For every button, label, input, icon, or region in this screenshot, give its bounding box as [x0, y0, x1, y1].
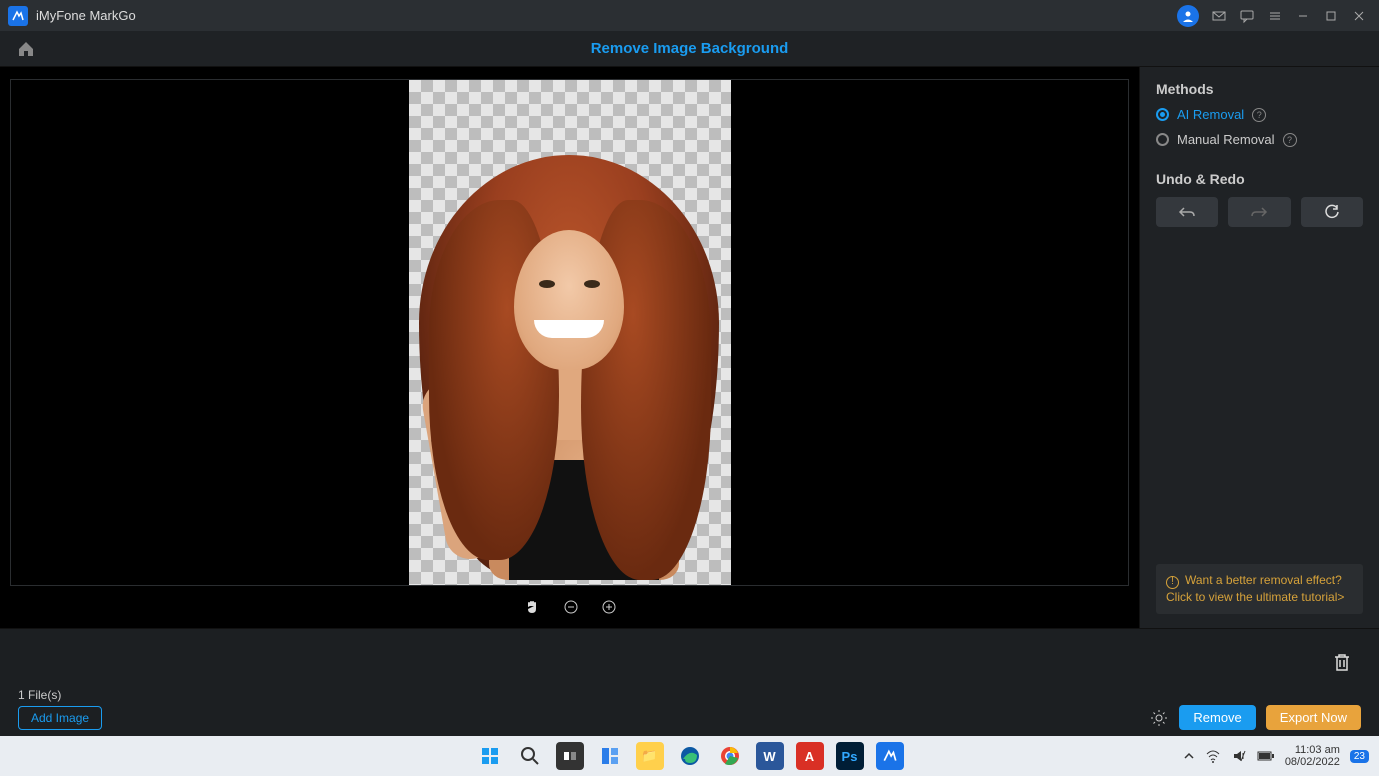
volume-icon[interactable] [1231, 748, 1247, 764]
image-preview [409, 80, 731, 585]
methods-title: Methods [1156, 81, 1363, 97]
tutorial-text: Want a better removal effect? Click to v… [1166, 573, 1344, 604]
undo-button[interactable] [1156, 197, 1218, 227]
menu-icon[interactable] [1263, 4, 1287, 28]
image-canvas[interactable] [10, 79, 1129, 586]
help-icon[interactable]: ? [1252, 108, 1266, 122]
widgets-icon[interactable] [596, 742, 624, 770]
help-icon[interactable]: ? [1283, 133, 1297, 147]
header: Remove Image Background [0, 31, 1379, 67]
reset-button[interactable] [1301, 197, 1363, 227]
titlebar: iMyFone MarkGo [0, 0, 1379, 31]
home-icon[interactable] [8, 31, 44, 67]
add-image-button[interactable]: Add Image [18, 706, 102, 730]
canvas-area [0, 67, 1139, 628]
mail-icon[interactable] [1207, 4, 1231, 28]
date-text: 08/02/2022 [1285, 756, 1340, 768]
redo-button[interactable] [1228, 197, 1290, 227]
explorer-icon[interactable]: 📁 [636, 742, 664, 770]
pan-hand-icon[interactable] [523, 598, 541, 616]
tutorial-link[interactable]: !Want a better removal effect? Click to … [1156, 564, 1363, 614]
page-title: Remove Image Background [44, 40, 1335, 57]
bottom-bar: 1 File(s) Add Image Remove Export Now [0, 628, 1379, 736]
markgo-taskbar-icon[interactable] [876, 742, 904, 770]
method-manual-removal[interactable]: Manual Removal ? [1156, 132, 1363, 147]
info-icon: ! [1166, 576, 1179, 589]
windows-taskbar: 📁 W A Ps 11:03 am 08/02/2022 23 [0, 736, 1379, 776]
zoom-out-icon[interactable] [563, 599, 579, 615]
acrobat-icon[interactable]: A [796, 742, 824, 770]
notification-badge[interactable]: 23 [1350, 750, 1369, 763]
remove-button[interactable]: Remove [1179, 705, 1255, 730]
settings-icon[interactable] [1149, 708, 1169, 728]
method-ai-removal[interactable]: AI Removal ? [1156, 107, 1363, 122]
clock[interactable]: 11:03 am 08/02/2022 [1285, 744, 1340, 768]
method-label: AI Removal [1177, 107, 1244, 122]
start-icon[interactable] [476, 742, 504, 770]
app-logo [8, 6, 28, 26]
zoom-in-icon[interactable] [601, 599, 617, 615]
method-label: Manual Removal [1177, 132, 1275, 147]
word-icon[interactable]: W [756, 742, 784, 770]
radio-icon [1156, 133, 1169, 146]
close-icon[interactable] [1347, 4, 1371, 28]
maximize-icon[interactable] [1319, 4, 1343, 28]
search-icon[interactable] [516, 742, 544, 770]
wifi-icon[interactable] [1205, 748, 1221, 764]
file-count: 1 File(s) [18, 688, 61, 702]
undo-redo-title: Undo & Redo [1156, 171, 1363, 187]
taskview-icon[interactable] [556, 742, 584, 770]
zoom-toolbar [10, 586, 1129, 628]
export-button[interactable]: Export Now [1266, 705, 1361, 730]
radio-icon [1156, 108, 1169, 121]
feedback-icon[interactable] [1235, 4, 1259, 28]
app-title: iMyFone MarkGo [36, 8, 136, 23]
battery-icon[interactable] [1257, 750, 1275, 762]
minimize-icon[interactable] [1291, 4, 1315, 28]
time-text: 11:03 am [1285, 744, 1340, 756]
photoshop-icon[interactable]: Ps [836, 742, 864, 770]
right-panel: Methods AI Removal ? Manual Removal ? Un… [1139, 67, 1379, 628]
user-icon[interactable] [1177, 5, 1199, 27]
tray-chevron-icon[interactable] [1183, 750, 1195, 762]
trash-icon[interactable] [1331, 651, 1353, 673]
edge-icon[interactable] [676, 742, 704, 770]
chrome-icon[interactable] [716, 742, 744, 770]
